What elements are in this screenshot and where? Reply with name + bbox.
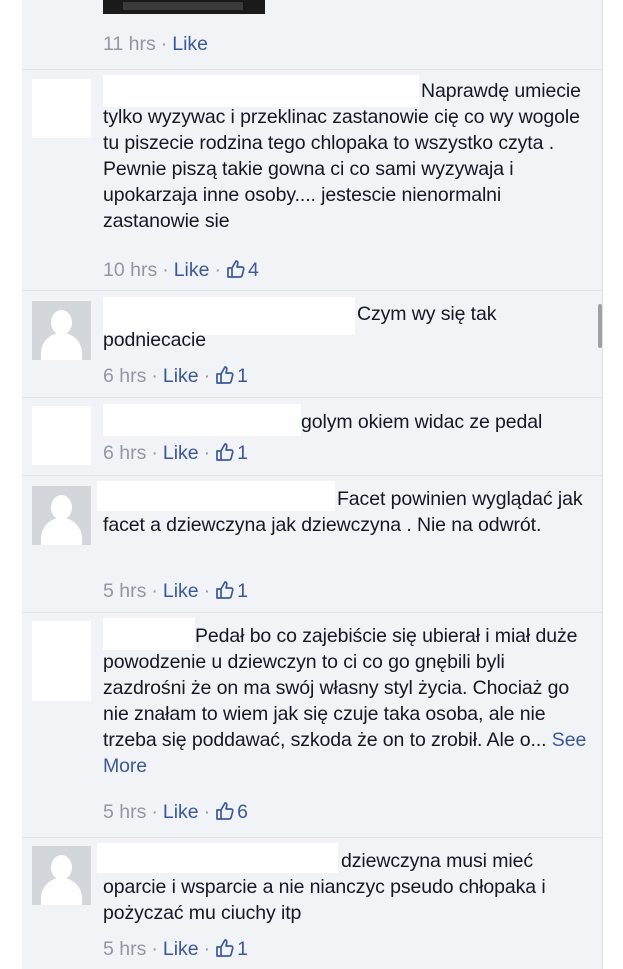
comment-row: Naprawdę umiecie tylko wyzywac i przekli… — [22, 69, 602, 290]
thumbs-up-icon — [216, 443, 234, 461]
like-count[interactable]: 1 — [215, 938, 248, 960]
thumbs-up-icon — [216, 939, 234, 957]
avatar-redacted[interactable] — [32, 406, 91, 465]
comment-meta: 5 hrs · Like · 6 — [103, 801, 248, 823]
thumbs-up-icon — [216, 802, 234, 820]
comment-text: Facet powinien wyglądać jak facet a dzie… — [103, 488, 583, 536]
like-link[interactable]: Like — [172, 33, 208, 55]
comment-thread: 11 hrs · Like Naprawdę umiecie tylko wyzyw… — [22, 0, 603, 969]
comment-row: Czym wy się tak podniecacie 6 hrs · Like · 1 — [22, 290, 602, 397]
like-link[interactable]: Like — [163, 580, 199, 602]
comment-text: Pedał bo co zajebiście się ubierał i mia… — [103, 625, 587, 777]
like-link[interactable]: Like — [174, 259, 210, 281]
comment-text: golym okiem widac ze pedal — [301, 411, 543, 433]
comment-meta: 11 hrs · Like — [103, 33, 208, 56]
comment-meta: 5 hrs · Like · 1 — [103, 580, 248, 602]
scrollbar-thumb[interactable] — [598, 304, 602, 348]
avatar-redacted[interactable] — [32, 79, 91, 138]
comment-row: Facet powinien wyglądać jak facet a dzie… — [22, 475, 602, 612]
like-count[interactable]: 1 — [215, 580, 248, 602]
like-link[interactable]: Like — [163, 365, 199, 387]
comment-meta: 10 hrs · Like · 4 — [103, 259, 259, 281]
timestamp[interactable]: 6 hrs — [103, 442, 146, 464]
like-link[interactable]: Like — [163, 938, 199, 960]
timestamp[interactable]: 5 hrs — [103, 580, 146, 602]
silhouette-icon[interactable] — [32, 486, 91, 545]
comment-meta: 6 hrs · Like · 1 — [103, 442, 248, 464]
comment-row: golym okiem widac ze pedal 6 hrs · Like · 1 — [22, 397, 602, 475]
thumbs-up-icon — [227, 260, 245, 278]
comment-row: Pedał bo co zajebiście się ubierał i mia… — [22, 612, 602, 837]
like-count[interactable]: 4 — [226, 259, 259, 281]
timestamp[interactable]: 11 hrs — [103, 33, 156, 55]
avatar-redacted[interactable] — [32, 621, 91, 701]
comment-text: dziewczyna musi mieć oparcie i wsparcie … — [103, 850, 546, 924]
silhouette-icon[interactable] — [32, 846, 91, 905]
timestamp[interactable]: 5 hrs — [103, 938, 146, 960]
silhouette-icon[interactable] — [32, 301, 91, 360]
thumbs-up-icon — [216, 366, 234, 384]
like-count[interactable]: 1 — [215, 442, 248, 464]
timestamp[interactable]: 6 hrs — [103, 365, 146, 387]
like-link[interactable]: Like — [163, 801, 199, 823]
attached-photo[interactable] — [103, 0, 265, 14]
separator: · — [160, 33, 168, 55]
timestamp[interactable]: 5 hrs — [103, 801, 146, 823]
timestamp[interactable]: 10 hrs — [103, 259, 157, 281]
thumbs-up-icon — [216, 581, 234, 599]
comment-meta: 6 hrs · Like · 1 — [103, 365, 248, 387]
comment-text: Czym wy się tak podniecacie — [103, 303, 497, 351]
like-count[interactable]: 6 — [215, 801, 248, 823]
comment-text: Naprawdę umiecie tylko wyzywac i przekli… — [103, 80, 581, 232]
like-count[interactable]: 1 — [215, 365, 248, 387]
comment-row-partial: 11 hrs · Like — [22, 0, 602, 69]
comment-meta: 5 hrs · Like · 1 — [103, 938, 248, 960]
like-link[interactable]: Like — [163, 442, 199, 464]
comment-row: dziewczyna musi mieć oparcie i wsparcie … — [22, 837, 602, 969]
